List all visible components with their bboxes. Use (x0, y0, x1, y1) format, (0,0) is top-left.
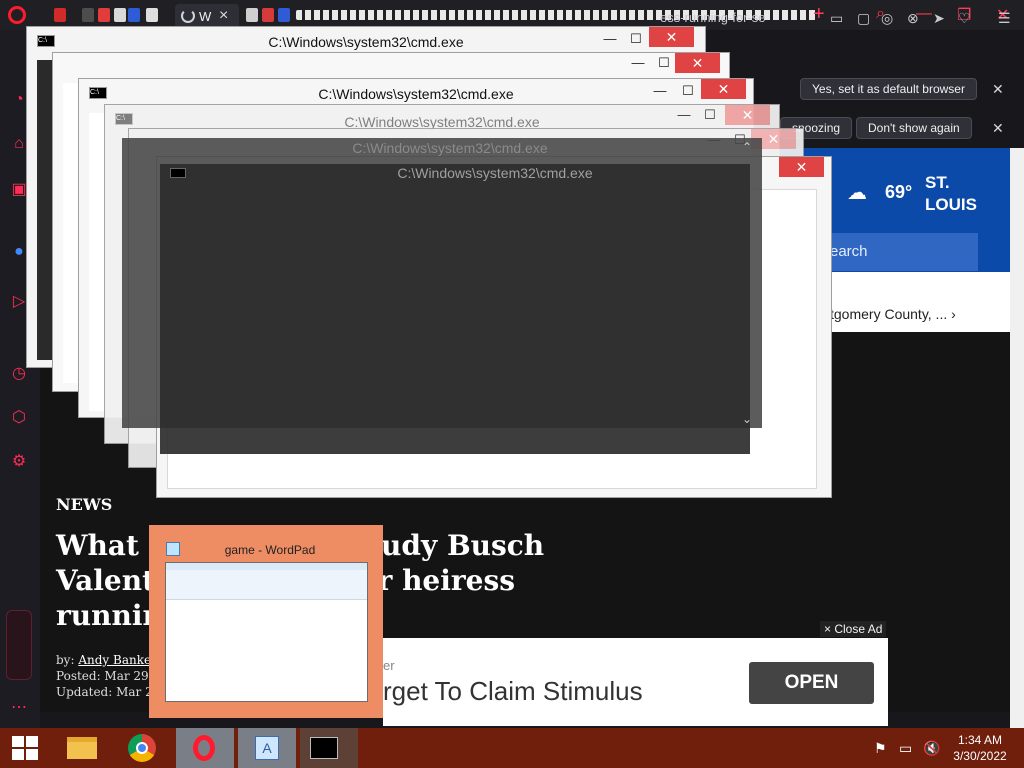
tab-favicon[interactable] (82, 8, 94, 22)
wordpad-titlebar (166, 563, 367, 570)
cmd-window-title: C:\Windows\system32\cmd.exe (352, 140, 548, 156)
cmd-maximize-button[interactable]: ☐ (623, 31, 649, 47)
close-notification-icon[interactable]: ✕ (992, 81, 1004, 98)
cmd-minimize-button[interactable]: — (625, 55, 651, 70)
heart-icon[interactable]: ♡ (958, 10, 971, 27)
cmd-window-title: C:\Windows\system32\cmd.exe (397, 165, 593, 181)
cmd-app-icon (170, 168, 186, 178)
set-default-browser-button[interactable]: Yes, set it as default browser (800, 78, 977, 100)
cmd-close-button[interactable]: ✕ (725, 105, 770, 125)
tab-favicon[interactable] (114, 8, 126, 22)
tab-favicon[interactable] (262, 8, 274, 22)
cmd-maximize-button[interactable]: ☐ (675, 83, 701, 99)
address-bar-text[interactable]: ess-running-for-se (660, 10, 766, 25)
taskbar-clock[interactable]: 1:34 AM 3/30/2022 (952, 732, 1008, 764)
cmd-icon (310, 737, 338, 759)
vpn-widget[interactable] (6, 610, 32, 680)
ad-small-text: er (383, 658, 395, 673)
cmd-close-button[interactable]: ✕ (701, 79, 746, 99)
cmd-minimize-button[interactable]: — (671, 107, 697, 122)
opera-icon (193, 735, 215, 761)
close-ad-button[interactable]: × Close Ad (820, 621, 887, 637)
block-icon[interactable]: ⊗ (907, 10, 919, 27)
tab-favicon[interactable] (98, 8, 110, 22)
window-transition-overlay (160, 164, 750, 454)
network-icon[interactable]: ▭ (899, 740, 912, 757)
tab-favicon[interactable] (146, 8, 158, 22)
windows-logo-icon (12, 736, 24, 747)
weather-city-line1: ST. (925, 173, 950, 192)
wordpad-icon (166, 542, 180, 556)
reader-icon[interactable]: ▭ (830, 10, 843, 27)
updated-date: Updated: Mar 29, (56, 685, 165, 699)
wordpad-preview-title: game - WordPad (224, 543, 316, 557)
byline-prefix: by: (56, 653, 75, 667)
section-label[interactable]: NEWS (56, 495, 112, 514)
cmd-taskbar-button[interactable] (300, 728, 358, 768)
volume-muted-icon[interactable]: 🔇 (923, 740, 940, 757)
easy-setup-icon[interactable]: ☰ (998, 10, 1011, 27)
close-tab-icon[interactable]: × (219, 7, 228, 25)
tab-favicon[interactable] (128, 8, 140, 22)
weather-city-line2: LOUIS (925, 195, 977, 214)
loading-spinner-icon (181, 9, 195, 23)
close-notification-icon[interactable]: ✕ (992, 120, 1004, 137)
scroll-arrow-icon[interactable]: ⌄ (742, 412, 752, 426)
tab-favicon[interactable] (278, 8, 290, 22)
cmd-close-button[interactable]: ✕ (675, 53, 720, 73)
active-tab-label: W (199, 9, 212, 24)
wordpad-ribbon (166, 570, 367, 600)
new-tab-button[interactable]: + (813, 3, 825, 26)
start-button[interactable] (12, 736, 38, 760)
cmd-maximize-button[interactable]: ☐ (651, 55, 677, 71)
clock-time: 1:34 AM (957, 733, 1003, 747)
cmd-minimize-button[interactable]: — (647, 83, 673, 98)
posted-date: Posted: Mar 29, 2 (56, 669, 164, 683)
tab-favicon[interactable] (246, 8, 258, 22)
scroll-arrow-icon[interactable]: ⌃ (742, 140, 752, 154)
advertisement-banner[interactable]: er rget To Claim Stimulus OPEN (383, 638, 888, 726)
wordpad-thumbnail[interactable] (165, 562, 368, 702)
ad-open-button[interactable]: OPEN (749, 662, 874, 704)
dont-show-again-button[interactable]: Don't show again (856, 117, 972, 139)
file-explorer-taskbar-button[interactable] (53, 728, 111, 768)
wordpad-taskbar-button[interactable]: A (238, 728, 296, 768)
settings-gear-icon[interactable]: ⚙ (9, 452, 29, 472)
weather-temperature: 69° (885, 182, 913, 202)
ad-headline: rget To Claim Stimulus (383, 676, 643, 706)
more-icon[interactable]: ⋯ (9, 698, 29, 718)
author-link[interactable]: Andy Banker (78, 653, 156, 667)
camera-icon[interactable]: ◎ (881, 10, 893, 27)
send-icon[interactable]: ➤ (933, 10, 945, 27)
cmd-maximize-button[interactable]: ☐ (697, 107, 723, 123)
opera-menu-icon[interactable] (8, 6, 26, 24)
page-scrollbar[interactable] (1010, 148, 1024, 728)
opera-taskbar-button[interactable] (176, 728, 234, 768)
windows-taskbar: A ⚑ ▭ 🔇 1:34 AM 3/30/2022 (0, 728, 1024, 768)
article-byline: by: Andy Banker Posted: Mar 29, 2 Update… (56, 652, 164, 700)
desktop: W × + ⌕ — ❐ ✕ ess-running-for-se ▭ ▢ ◎ ⊗… (0, 0, 1024, 768)
copy-icon[interactable]: ▢ (857, 10, 870, 27)
clock-date: 3/30/2022 (953, 749, 1007, 763)
folder-icon (67, 737, 97, 759)
cmd-close-button[interactable]: ✕ (649, 27, 694, 47)
wordpad-thumbnail-preview[interactable]: game - WordPad (149, 525, 383, 718)
flag-icon[interactable]: ⚑ (874, 740, 887, 757)
wordpad-icon: A (255, 736, 279, 760)
chrome-taskbar-button[interactable] (114, 728, 172, 768)
extensions-icon[interactable]: ⬡ (9, 408, 29, 428)
headline-link[interactable]: tgomery County, ... › (830, 306, 956, 322)
cmd-minimize-button[interactable]: — (597, 31, 623, 46)
weather-city: ST. LOUIS (925, 172, 977, 216)
tab-favicon[interactable] (54, 8, 66, 22)
cloud-icon: ☁ (847, 182, 867, 204)
